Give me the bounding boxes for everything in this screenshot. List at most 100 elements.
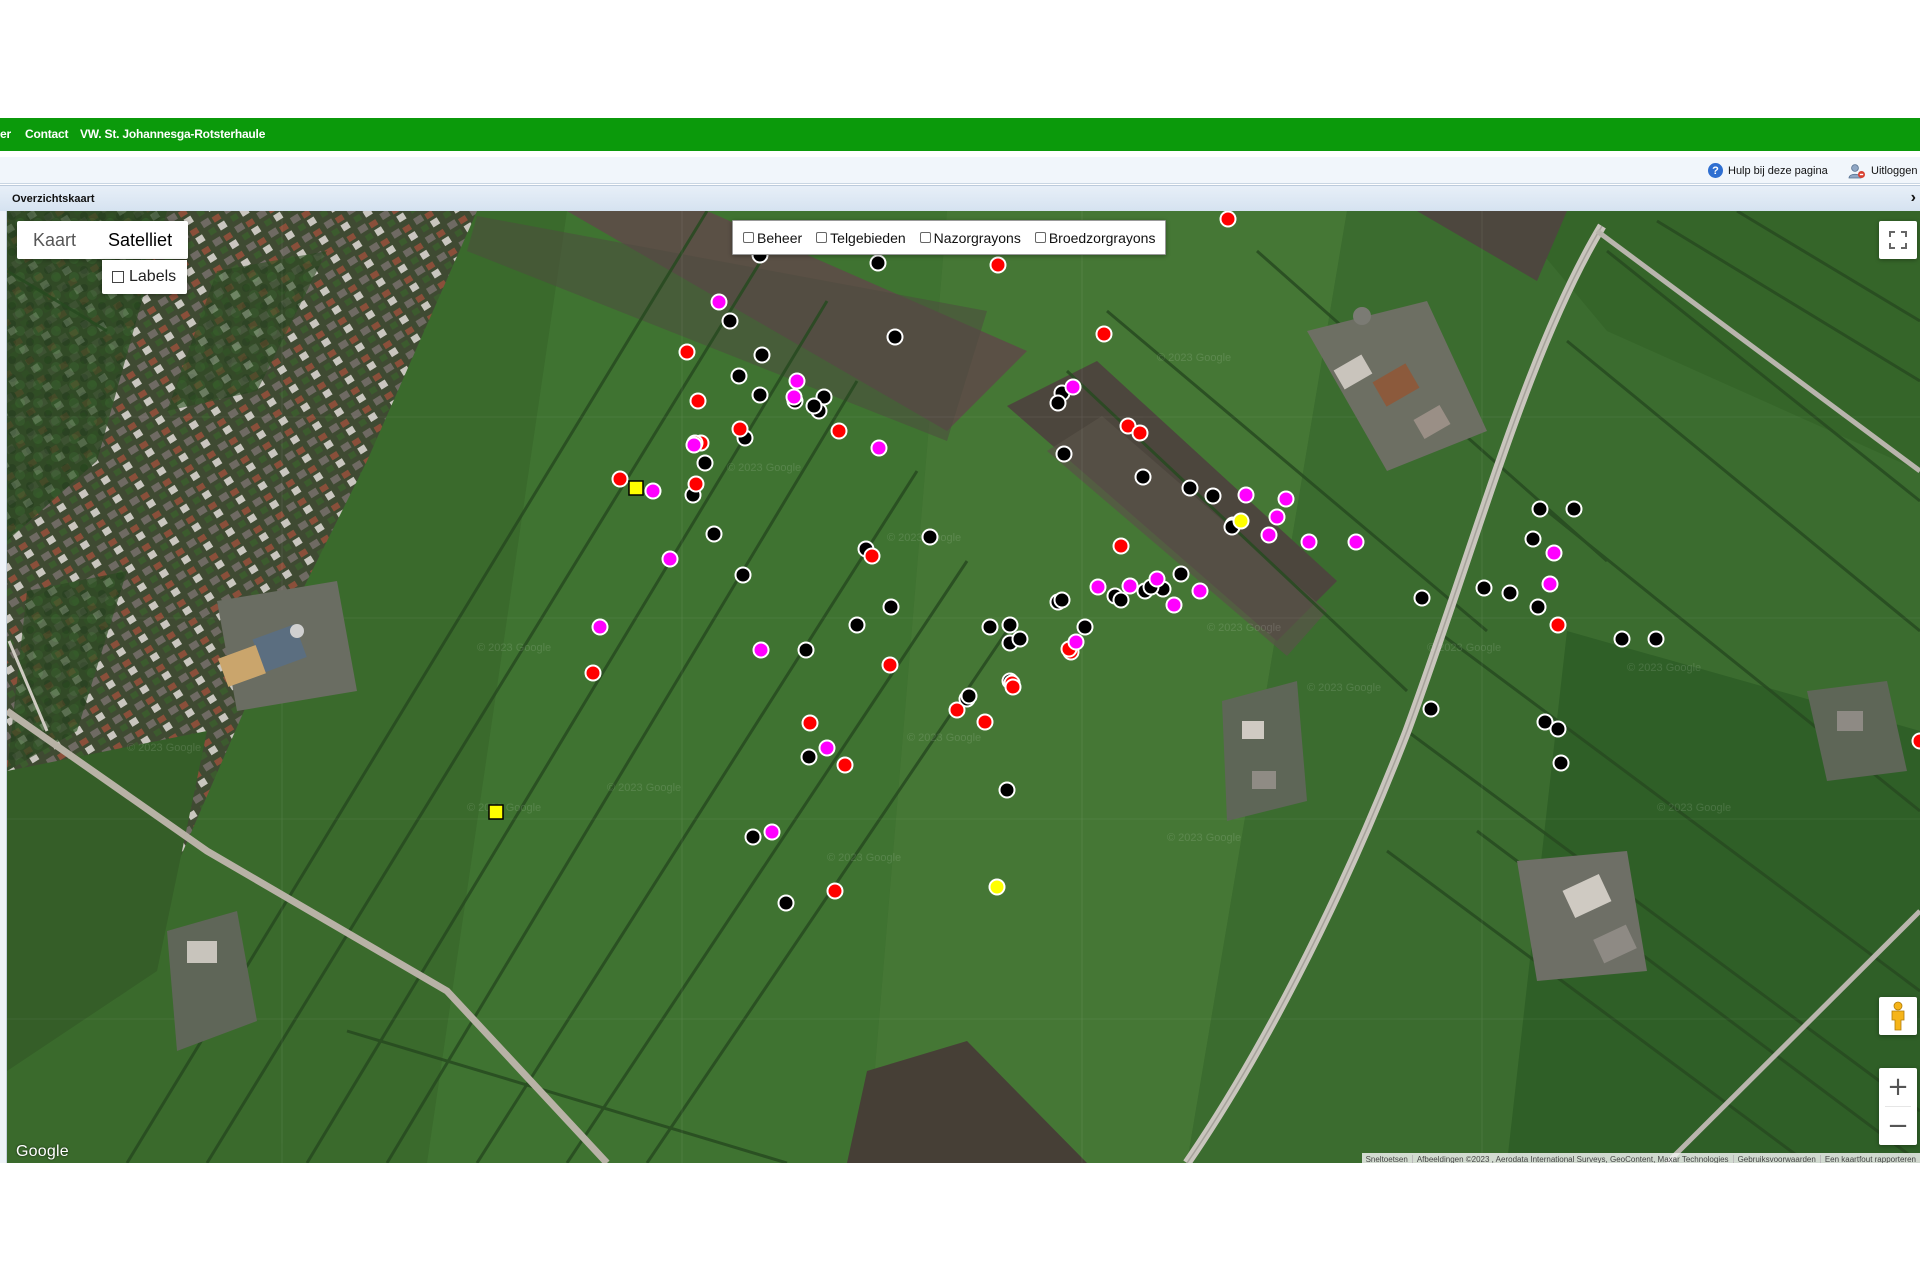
map-marker-black[interactable] [1501,584,1519,602]
map-marker-red[interactable] [1549,616,1567,634]
map-marker-black[interactable] [1531,500,1549,518]
map-marker-black[interactable] [800,748,818,766]
map-marker-black[interactable] [705,525,723,543]
map-marker-black[interactable] [1647,630,1665,648]
map-marker-red[interactable] [801,714,819,732]
map-marker-yellow[interactable] [1232,512,1250,530]
map-marker-red[interactable] [1095,325,1113,343]
map-marker-magenta[interactable] [788,372,806,390]
map-marker-yellow-square[interactable] [488,804,504,820]
nazorgrayons-checkbox[interactable] [919,232,931,243]
labels-checkbox[interactable] [112,271,124,283]
map-marker-red[interactable] [678,343,696,361]
map-marker-black[interactable] [751,386,769,404]
map-marker-magenta[interactable] [1545,544,1563,562]
map-marker-magenta[interactable] [1260,526,1278,544]
help-link[interactable]: ? Hulp bij deze pagina [1708,163,1828,178]
map-marker-black[interactable] [998,781,1016,799]
broedzorgrayons-checkbox[interactable] [1034,232,1046,243]
map-marker-black[interactable] [886,328,904,346]
map-marker-black[interactable] [1011,630,1029,648]
map-marker-magenta[interactable] [710,293,728,311]
map-marker-magenta[interactable] [1191,582,1209,600]
map-marker-red[interactable] [1911,732,1920,750]
map-marker-red[interactable] [1004,678,1022,696]
map-marker-red[interactable] [1219,211,1237,228]
map-marker-magenta[interactable] [785,388,803,406]
beheer-checkbox[interactable] [743,232,754,243]
map-marker-red[interactable] [731,420,749,438]
map-marker-red[interactable] [1112,537,1130,555]
map-marker-magenta[interactable] [1165,596,1183,614]
map-marker-magenta[interactable] [1067,633,1085,651]
map-marker-red[interactable] [948,701,966,719]
map-marker-black[interactable] [848,616,866,634]
map-marker-magenta[interactable] [763,823,781,841]
map-marker-magenta[interactable] [661,550,679,568]
telgebieden-checkbox[interactable] [816,232,828,243]
map-marker-black[interactable] [882,598,900,616]
map-marker-black[interactable] [797,641,815,659]
map-marker-red[interactable] [836,756,854,774]
map-marker-black[interactable] [1112,591,1130,609]
map-marker-black[interactable] [777,894,795,912]
map-marker-black[interactable] [696,454,714,472]
map-marker-red[interactable] [989,256,1007,274]
map-marker-black[interactable] [1181,479,1199,497]
map-marker-magenta[interactable] [1268,508,1286,526]
layer-option-telgebieden[interactable]: Telgebieden [816,230,906,246]
map-marker-red[interactable] [863,547,881,565]
map-marker-magenta[interactable] [1541,575,1559,593]
layer-option-broedzorgrayons[interactable]: Broedzorgrayons [1034,230,1155,246]
map-marker-yellow[interactable] [988,878,1006,896]
street-view-pegman[interactable] [1879,997,1917,1035]
map-marker-black[interactable] [805,397,823,415]
map-marker-black[interactable] [960,687,978,705]
map-marker-black[interactable] [734,566,752,584]
map-marker-black[interactable] [1049,394,1067,412]
nav-item-truncated[interactable]: er [0,127,11,141]
map-marker-black[interactable] [1413,589,1431,607]
zoom-in-button[interactable]: + [1879,1068,1917,1106]
layer-option-beheer[interactable]: Beheer [743,230,802,246]
map-marker-magenta[interactable] [1347,533,1365,551]
map-marker-magenta[interactable] [1237,486,1255,504]
map-marker-red[interactable] [830,422,848,440]
map-marker-magenta[interactable] [1089,578,1107,596]
map-marker-magenta[interactable] [591,618,609,636]
map-marker-black[interactable] [981,618,999,636]
map-marker-red[interactable] [826,882,844,900]
map-type-satelliet-button[interactable]: Satelliet [92,221,188,259]
overview-map[interactable]: © 2023 Google © 2023 Google © 2023 Google ©… [7,211,1920,1163]
fullscreen-button[interactable] [1879,221,1917,259]
map-marker-magenta[interactable] [870,439,888,457]
map-marker-black[interactable] [1055,445,1073,463]
map-marker-black[interactable] [1422,700,1440,718]
labels-toggle[interactable]: Labels [102,260,187,294]
map-marker-red[interactable] [689,392,707,410]
logout-link[interactable]: Uitloggen [1848,163,1917,179]
map-marker-red[interactable] [881,656,899,674]
map-marker-black[interactable] [1134,468,1152,486]
map-marker-black[interactable] [1076,618,1094,636]
map-marker-magenta[interactable] [752,641,770,659]
map-marker-black[interactable] [1565,500,1583,518]
map-marker-black[interactable] [721,312,739,330]
map-marker-black[interactable] [1001,616,1019,634]
map-marker-magenta[interactable] [818,739,836,757]
map-marker-magenta[interactable] [685,436,703,454]
map-marker-black[interactable] [753,346,771,364]
map-marker-black[interactable] [1204,487,1222,505]
map-marker-red[interactable] [611,470,629,488]
zoom-out-button[interactable]: − [1879,1107,1917,1145]
map-marker-magenta[interactable] [1300,533,1318,551]
map-marker-magenta[interactable] [1121,577,1139,595]
map-marker-black[interactable] [1529,598,1547,616]
map-marker-red[interactable] [687,475,705,493]
nav-item-vw-johannesga[interactable]: VW. St. Johannesga-Rotsterhaule [80,127,265,141]
report-error-link[interactable]: Een kaartfout rapporteren [1821,1155,1920,1164]
terms-link[interactable]: Gebruiksvoorwaarden [1734,1154,1821,1163]
map-marker-magenta[interactable] [1064,378,1082,396]
map-marker-red[interactable] [584,664,602,682]
layer-option-nazorgrayons[interactable]: Nazorgrayons [919,230,1021,246]
